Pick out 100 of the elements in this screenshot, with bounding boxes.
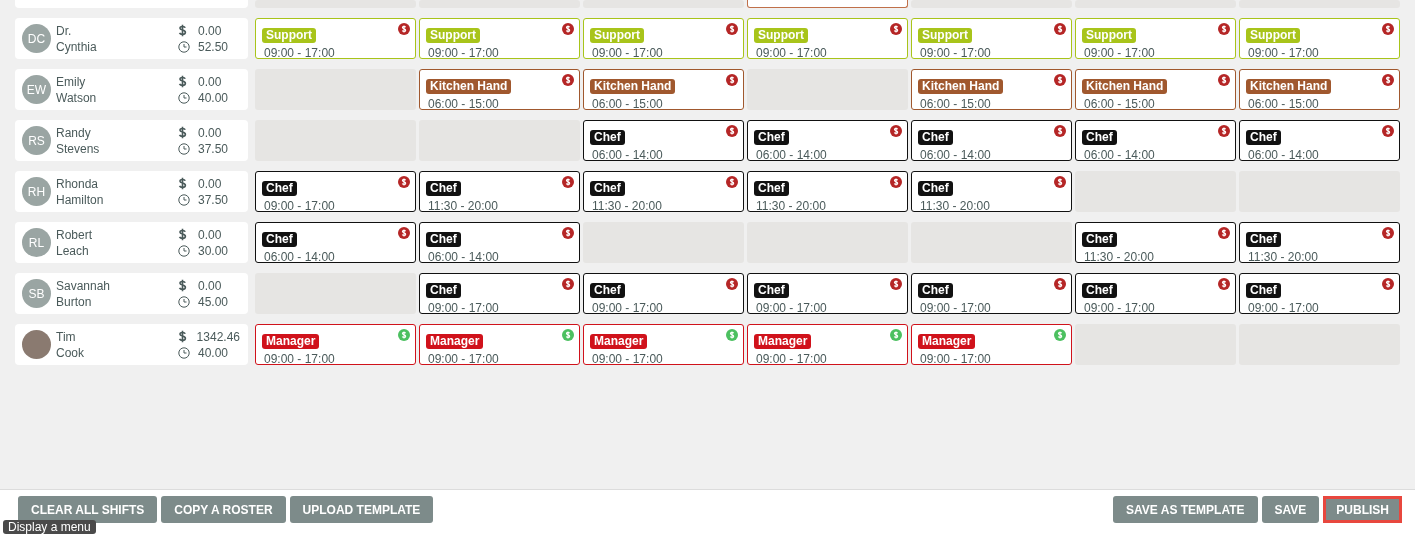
shift-time: 11:30 - 20:00 <box>1083 250 1155 265</box>
clock-icon <box>178 91 190 104</box>
toolbar-button[interactable]: PUBLISH <box>1323 496 1402 523</box>
shift-card[interactable]: Chef 09:00 - 17:00 <box>747 273 908 314</box>
shift-time: 11:30 - 20:00 <box>427 199 499 214</box>
first-name: Dr. <box>56 22 73 39</box>
hours-value: 45.00 <box>198 293 229 310</box>
shift-card[interactable]: Chef 11:30 - 20:00 <box>747 171 908 212</box>
shift-card[interactable]: Support 09:00 - 17:00 <box>911 18 1072 59</box>
clock-icon <box>178 346 190 359</box>
cost-value: 0.00 <box>198 124 222 141</box>
toolbar-button[interactable]: COPY A ROSTER <box>161 496 286 523</box>
shift-card[interactable]: Chef 11:30 - 20:00 <box>911 171 1072 212</box>
shift-card[interactable]: Chef 11:30 - 20:00 <box>1239 222 1400 263</box>
shift-card[interactable]: Manager 09:00 - 17:00 <box>747 324 908 365</box>
hours-value: 37.50 <box>198 140 229 157</box>
shift-time: 09:00 - 17:00 <box>755 301 828 316</box>
shift-card[interactable]: Chef 11:30 - 20:00 <box>583 171 744 212</box>
cost-value: 0.00 <box>198 226 222 243</box>
toolbar-button[interactable]: UPLOAD TEMPLATE <box>289 496 434 523</box>
role-tag: Chef <box>918 181 953 196</box>
toolbar-button[interactable]: SAVE <box>1261 496 1320 523</box>
shift-card[interactable]: Manager 09:00 - 17:00 <box>419 324 580 365</box>
shift-card[interactable]: Chef 09:00 - 17:00 <box>583 273 744 314</box>
shift-time: 06:00 - 14:00 <box>591 148 664 163</box>
role-tag: Chef <box>590 283 625 298</box>
shift-card[interactable]: Kitchen Hand 06:00 - 15:00 <box>1075 69 1236 110</box>
shift-card[interactable]: Manager 09:00 - 17:00 <box>583 324 744 365</box>
role-tag: Chef <box>1082 283 1117 298</box>
shift-card[interactable]: Support 09:00 - 17:00 <box>1075 18 1236 59</box>
role-tag: Chef <box>426 232 461 247</box>
last-name: Cynthia <box>56 38 98 55</box>
shift-card[interactable]: Kitchen Hand 06:00 - 15:00 <box>911 69 1072 110</box>
shift-time: 09:00 - 17:00 <box>263 46 336 61</box>
shift-card[interactable]: Chef 06:00 - 14:00 <box>747 120 908 161</box>
shift-card[interactable]: Kitchen Hand 06:00 - 15:00 <box>1239 69 1400 110</box>
first-name: Rhonda <box>56 175 100 192</box>
shift-time: 06:00 - 14:00 <box>263 250 336 265</box>
toolbar-button[interactable]: SAVE AS TEMPLATE <box>1113 496 1258 523</box>
clock-icon <box>178 244 190 257</box>
shift-time: 09:00 - 17:00 <box>919 352 992 367</box>
last-name: Watson <box>56 89 98 106</box>
shift-time: 06:00 - 15:00 <box>427 97 500 112</box>
role-tag: Manager <box>590 334 648 349</box>
role-tag: Kitchen Hand <box>1246 79 1332 94</box>
role-tag: Manager <box>918 334 976 349</box>
hours-value: 52.50 <box>198 38 229 55</box>
shift-card[interactable]: Support 09:00 - 17:00 <box>419 18 580 59</box>
shift-time: 09:00 - 17:00 <box>1083 301 1156 316</box>
shift-card[interactable]: Kitchen Hand 06:00 - 15:00 <box>419 69 580 110</box>
shift-time: 09:00 - 17:00 <box>427 352 500 367</box>
role-tag: Chef <box>754 283 789 298</box>
shift-time: 09:00 - 17:00 <box>755 46 828 61</box>
shift-time: 09:00 - 17:00 <box>591 301 664 316</box>
shift-card[interactable]: Chef 06:00 - 14:00 <box>911 120 1072 161</box>
shift-time: 11:30 - 20:00 <box>1247 250 1319 265</box>
shift-card[interactable]: Chef 09:00 - 17:00 <box>255 171 416 212</box>
role-tag: Chef <box>754 130 789 145</box>
shift-card[interactable]: Chef 06:00 - 14:00 <box>1075 120 1236 161</box>
shift-card[interactable] <box>747 0 908 8</box>
shift-time: 11:30 - 20:00 <box>919 199 991 214</box>
shift-card[interactable]: Chef 06:00 - 14:00 <box>419 222 580 263</box>
shift-card[interactable]: Support 09:00 - 17:00 <box>255 18 416 59</box>
avatar-initials: RL <box>22 228 51 257</box>
shift-card[interactable]: Chef 06:00 - 14:00 <box>583 120 744 161</box>
clock-icon <box>178 295 190 308</box>
toolbar-button[interactable]: CLEAR ALL SHIFTS <box>18 496 158 523</box>
role-tag: Chef <box>1246 232 1281 247</box>
role-tag: Chef <box>1082 232 1117 247</box>
shift-card[interactable]: Chef 06:00 - 14:00 <box>1239 120 1400 161</box>
shift-card[interactable]: Support 09:00 - 17:00 <box>747 18 908 59</box>
shift-time: 09:00 - 17:00 <box>591 46 664 61</box>
shift-card[interactable]: Chef 09:00 - 17:00 <box>1075 273 1236 314</box>
shift-time: 11:30 - 20:00 <box>755 199 827 214</box>
cost-value: 0.00 <box>198 22 222 39</box>
shift-card[interactable]: Chef 09:00 - 17:00 <box>1239 273 1400 314</box>
role-tag: Kitchen Hand <box>918 79 1004 94</box>
shift-card[interactable]: Manager 09:00 - 17:00 <box>911 324 1072 365</box>
shift-card[interactable]: Support 09:00 - 17:00 <box>583 18 744 59</box>
shift-card[interactable]: Manager 09:00 - 17:00 <box>255 324 416 365</box>
photo-placeholder <box>22 330 51 359</box>
hours-value: 40.00 <box>198 89 229 106</box>
shift-time: 06:00 - 14:00 <box>919 148 992 163</box>
shift-card[interactable]: Chef 06:00 - 14:00 <box>255 222 416 263</box>
role-tag: Support <box>262 28 316 43</box>
shift-card[interactable]: Chef 09:00 - 17:00 <box>419 273 580 314</box>
shift-card[interactable]: Chef 09:00 - 17:00 <box>911 273 1072 314</box>
avatar-initials: SB <box>22 279 51 308</box>
shift-card[interactable]: Chef 11:30 - 20:00 <box>419 171 580 212</box>
shift-card[interactable]: Chef 11:30 - 20:00 <box>1075 222 1236 263</box>
cost-value: 0.00 <box>198 277 222 294</box>
first-name: Savannah <box>56 277 112 294</box>
role-tag: Chef <box>262 181 297 196</box>
role-tag: Manager <box>262 334 320 349</box>
avatar-initials: RS <box>22 126 51 155</box>
clock-icon <box>178 40 190 53</box>
shift-card[interactable]: Support 09:00 - 17:00 <box>1239 18 1400 59</box>
hours-value: 30.00 <box>198 242 229 259</box>
first-name: Tim <box>56 328 77 345</box>
shift-card[interactable]: Kitchen Hand 06:00 - 15:00 <box>583 69 744 110</box>
